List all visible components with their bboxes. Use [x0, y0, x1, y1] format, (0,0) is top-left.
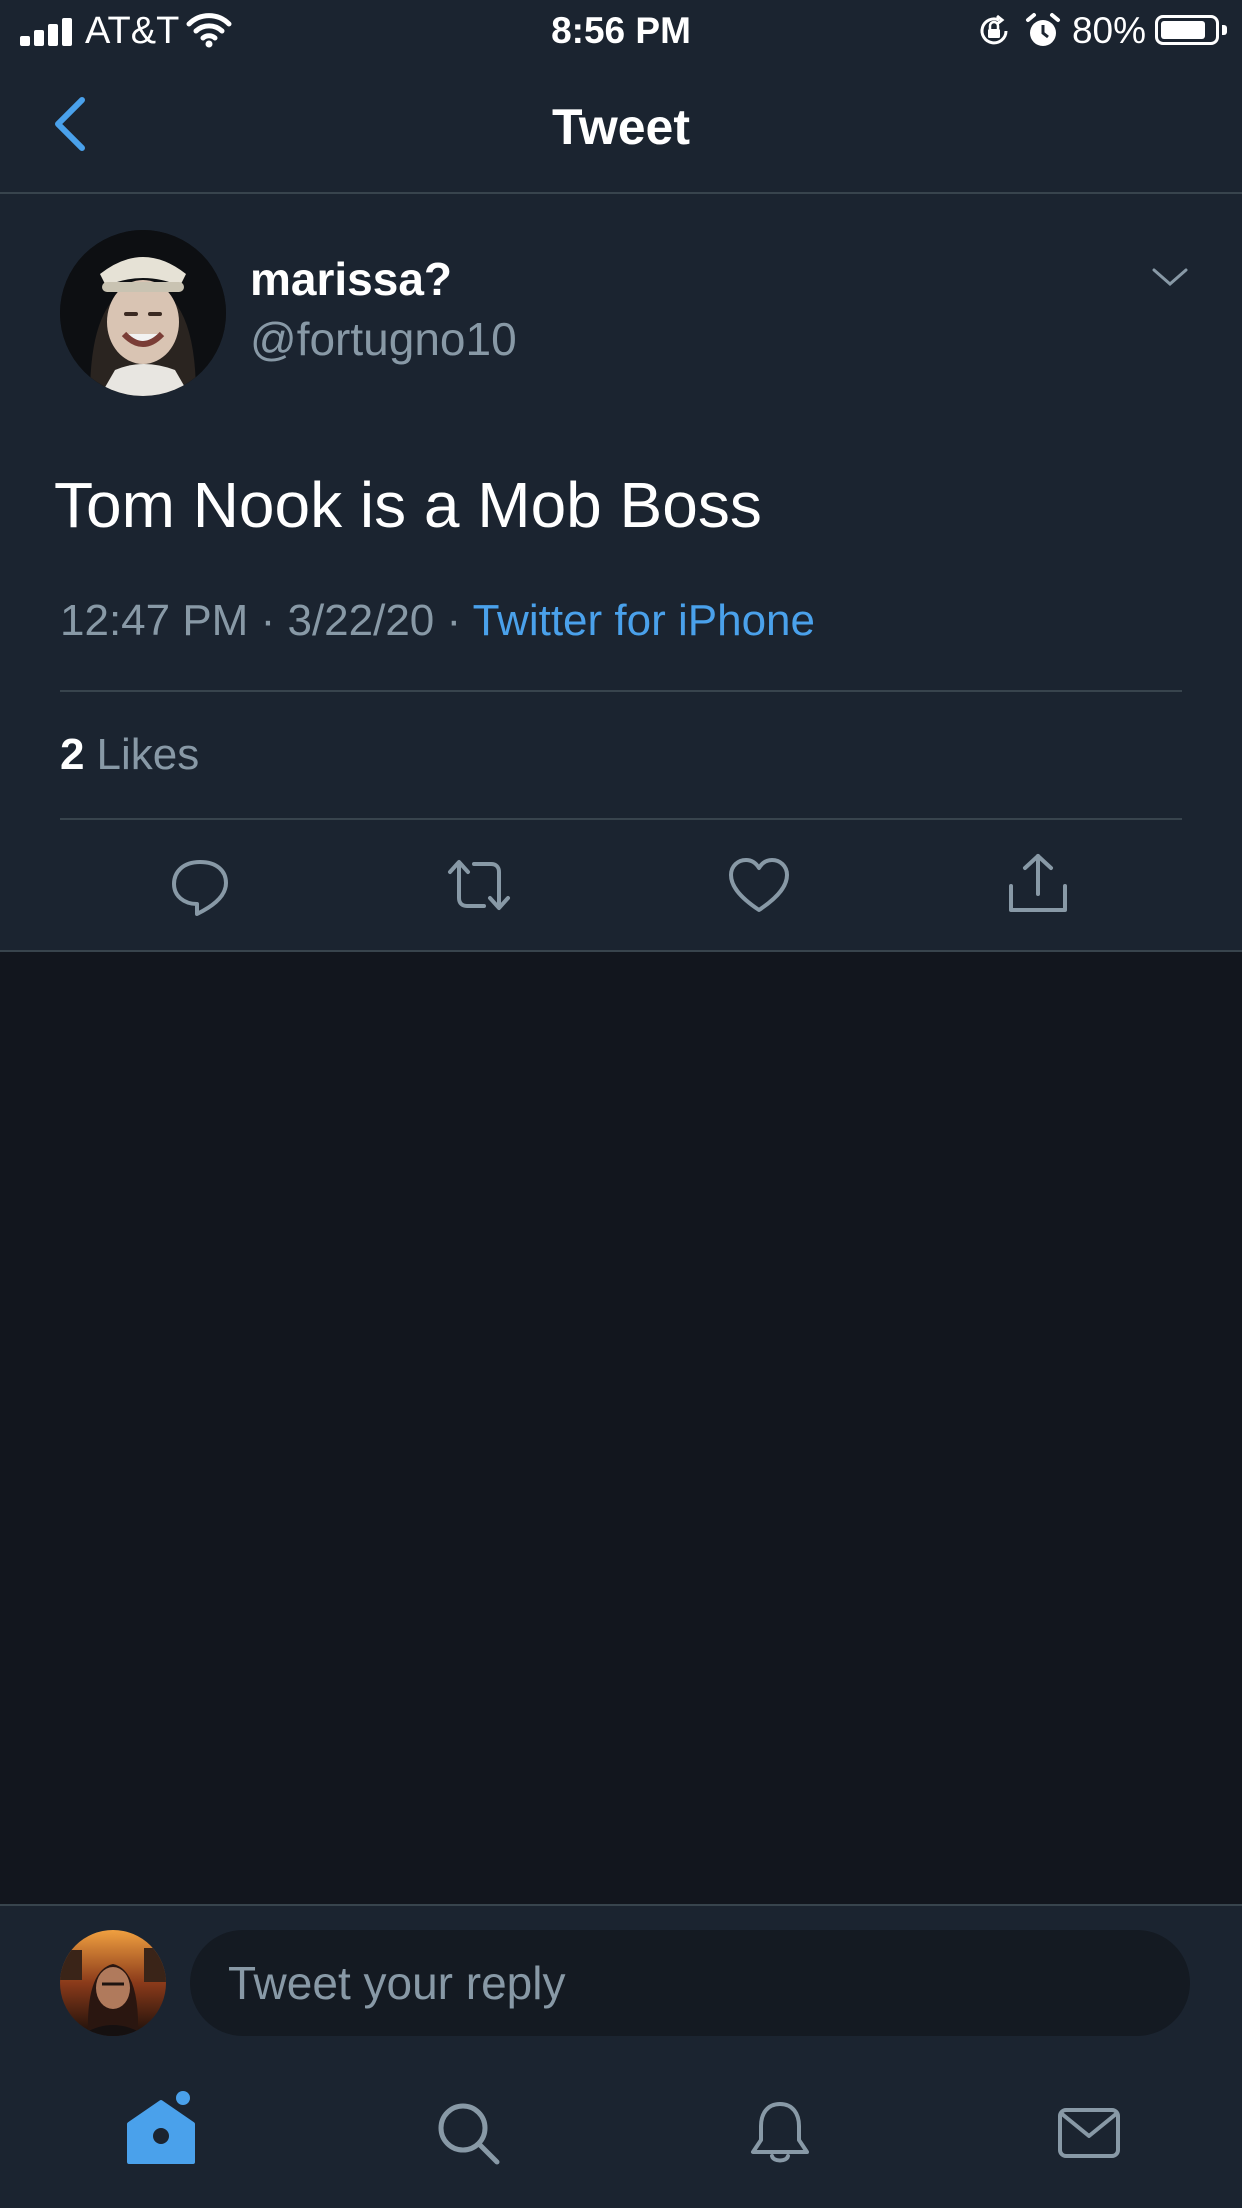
chevron-down-icon[interactable]	[1150, 262, 1190, 292]
notifications-icon[interactable]	[745, 2098, 815, 2168]
meta-separator: ·	[260, 596, 276, 645]
retweet-icon[interactable]	[444, 850, 514, 920]
like-icon[interactable]	[724, 850, 794, 920]
reply-bar	[0, 1904, 1242, 2046]
likes-label: Likes	[96, 730, 200, 779]
author-name[interactable]: marissa?	[250, 252, 452, 306]
tweet-time: 12:47 PM	[60, 596, 249, 645]
tweet-date: 3/22/20	[287, 596, 435, 645]
user-avatar[interactable]	[60, 1930, 166, 2036]
replies-area	[0, 952, 1242, 1904]
home-icon[interactable]	[121, 2090, 201, 2170]
rotation-lock-icon	[980, 14, 1008, 45]
messages-icon[interactable]	[1054, 2098, 1124, 2168]
tweet-source-link[interactable]: Twitter for iPhone	[473, 596, 815, 645]
meta-separator: ·	[446, 596, 462, 645]
battery-icon	[1155, 15, 1227, 45]
reply-input[interactable]	[190, 1930, 1190, 2036]
tweet-text: Tom Nook is a Mob Boss	[54, 469, 762, 541]
author-handle[interactable]: @fortugno10	[250, 312, 517, 366]
battery-percent: 80%	[1071, 10, 1146, 51]
alarm-icon	[1026, 13, 1060, 46]
likes-count: 2	[60, 730, 85, 779]
search-icon[interactable]	[433, 2098, 503, 2168]
divider	[60, 818, 1182, 820]
reply-icon[interactable]	[165, 850, 235, 920]
tweet-meta: 12:47 PM · 3/22/20 · Twitter for iPhone	[60, 596, 815, 646]
status-bar: AT&T 8:56 PM 80%	[0, 0, 1242, 62]
divider	[60, 690, 1182, 692]
author-avatar[interactable]	[60, 230, 226, 396]
header: Tweet	[0, 62, 1242, 194]
share-icon[interactable]	[1003, 850, 1073, 920]
tweet-detail: marissa? @fortugno10 Tom Nook is a Mob B…	[0, 194, 1242, 952]
page-title: Tweet	[552, 99, 690, 155]
likes-summary[interactable]: 2 Likes	[60, 730, 199, 780]
tab-bar	[0, 2046, 1242, 2208]
